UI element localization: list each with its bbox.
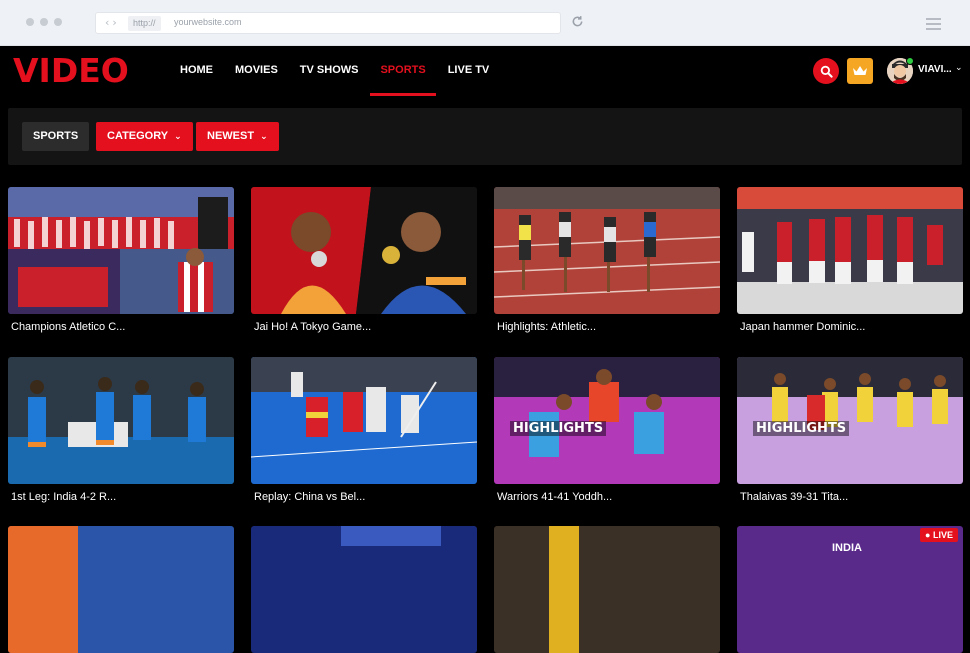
address-bar[interactable]: ‹› http:// yourwebsite.com xyxy=(95,12,561,34)
video-thumbnail[interactable] xyxy=(8,187,234,314)
video-title[interactable]: Champions Atletico C... xyxy=(11,321,125,333)
category-label: CATEGORY xyxy=(107,130,169,142)
video-title[interactable]: 1st Leg: India 4-2 R... xyxy=(11,491,116,503)
video-thumbnail[interactable] xyxy=(8,526,234,653)
section-button[interactable]: SPORTS xyxy=(22,122,90,151)
video-thumbnail[interactable] xyxy=(251,187,477,314)
video-thumbnail[interactable] xyxy=(494,187,720,314)
live-label: LIVE xyxy=(932,530,953,540)
live-badge: ● LIVE xyxy=(920,528,958,542)
video-thumbnail[interactable]: HIGHLIGHTS xyxy=(494,357,720,484)
online-status-dot xyxy=(906,57,914,65)
chevron-down-icon: ⌄ xyxy=(174,132,182,142)
category-dropdown[interactable]: CATEGORY ⌄ xyxy=(96,122,193,151)
reload-icon[interactable] xyxy=(571,15,584,28)
url-text[interactable]: yourwebsite.com xyxy=(174,17,242,27)
section-label: SPORTS xyxy=(33,130,79,142)
video-thumbnail[interactable]: ● LIVE INDIA xyxy=(737,526,963,653)
chevron-down-icon: ⌄ xyxy=(260,132,268,142)
live-dot-icon: ● xyxy=(925,530,931,540)
main-menu: HOME MOVIES TV SHOWS SPORTS LIVE TV xyxy=(180,46,511,96)
back-forward-icon[interactable]: ‹› xyxy=(105,16,120,29)
highlights-badge: HIGHLIGHTS xyxy=(753,421,850,436)
video-title[interactable]: Jai Ho! A Tokyo Game... xyxy=(254,321,371,333)
top-navigation: VIDEO HOME MOVIES TV SHOWS SPORTS LIVE T… xyxy=(0,46,970,96)
menu-item-sports[interactable]: SPORTS xyxy=(370,46,436,96)
search-button[interactable] xyxy=(813,58,839,84)
menu-item-live-tv[interactable]: LIVE TV xyxy=(448,46,490,94)
browser-menu-icon[interactable] xyxy=(926,18,941,33)
video-title[interactable]: Japan hammer Dominic... xyxy=(740,321,865,333)
video-thumbnail[interactable] xyxy=(251,357,477,484)
window-dot-minimize[interactable] xyxy=(40,18,48,26)
video-title[interactable]: Replay: China vs Bel... xyxy=(254,491,365,503)
video-thumbnail[interactable]: HIGHLIGHTS xyxy=(737,357,963,484)
highlights-badge: HIGHLIGHTS xyxy=(510,421,607,436)
logo[interactable]: VIDEO xyxy=(13,52,129,90)
video-title[interactable]: Highlights: Athletic... xyxy=(497,321,596,333)
menu-item-movies[interactable]: MOVIES xyxy=(235,46,278,94)
menu-item-tv-shows[interactable]: TV SHOWS xyxy=(300,46,359,94)
window-dot-maximize[interactable] xyxy=(54,18,62,26)
video-thumbnail[interactable] xyxy=(8,357,234,484)
crown-icon xyxy=(853,66,867,75)
video-thumbnail[interactable] xyxy=(737,187,963,314)
chevron-down-icon[interactable]: ⌄ xyxy=(955,63,963,73)
video-title[interactable]: Warriors 41-41 Yoddh... xyxy=(497,491,612,503)
video-thumbnail[interactable] xyxy=(251,526,477,653)
subscribe-button[interactable] xyxy=(847,58,873,84)
browser-chrome: ‹› http:// yourwebsite.com xyxy=(0,0,970,46)
window-controls xyxy=(26,18,62,26)
sort-label: NEWEST xyxy=(207,130,255,142)
filter-bar: SPORTS CATEGORY ⌄ NEWEST ⌄ xyxy=(8,108,962,165)
http-tag: http:// xyxy=(128,16,161,31)
sort-dropdown[interactable]: NEWEST ⌄ xyxy=(196,122,279,151)
partial-thumbnail-text: INDIA xyxy=(832,542,862,554)
search-icon xyxy=(820,65,833,78)
video-thumbnail[interactable] xyxy=(494,526,720,653)
window-dot-close[interactable] xyxy=(26,18,34,26)
video-title[interactable]: Thalaivas 39-31 Tita... xyxy=(740,491,848,503)
username[interactable]: VIAVI... xyxy=(918,64,952,75)
menu-item-home[interactable]: HOME xyxy=(180,46,213,94)
